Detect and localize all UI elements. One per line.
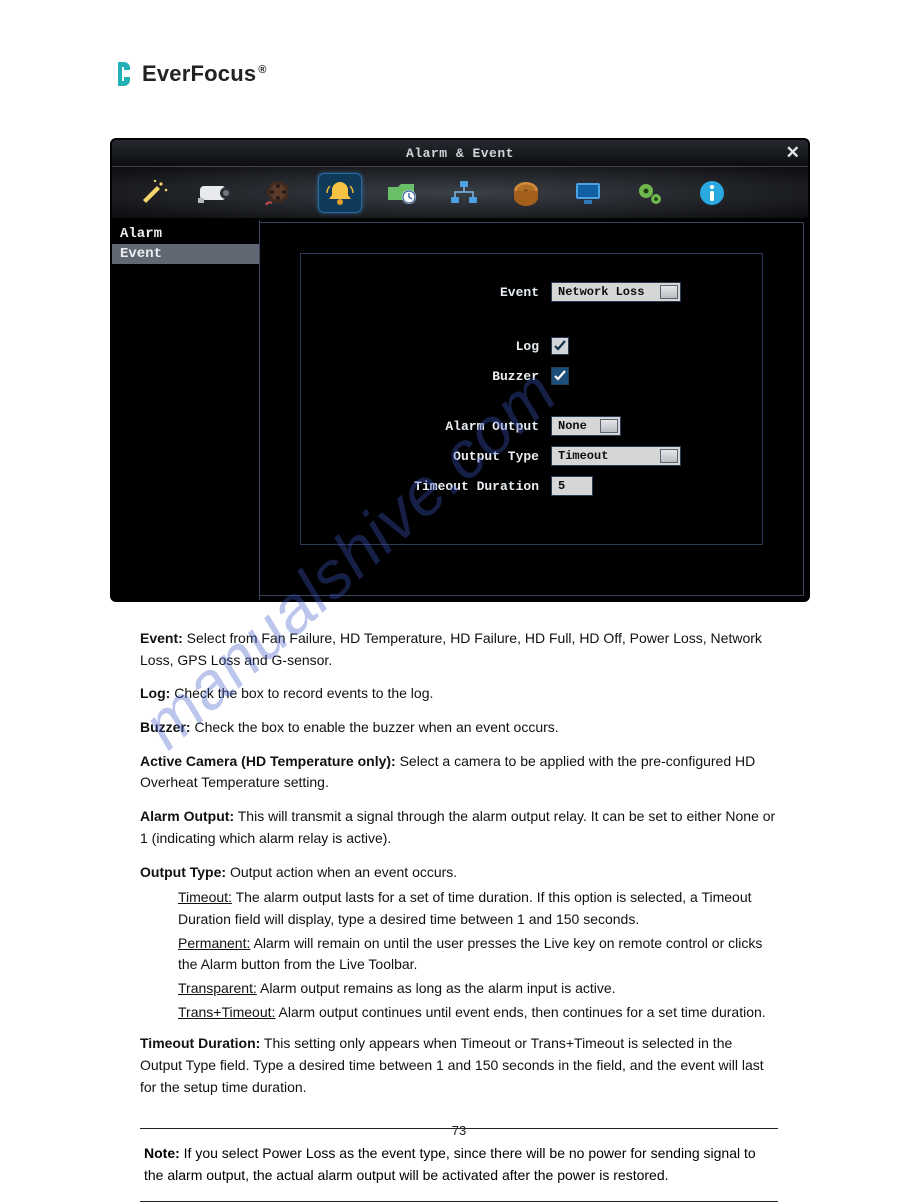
note-box: Note: If you select Power Loss as the ev… xyxy=(140,1128,778,1201)
window-titlebar: Alarm & Event ✕ xyxy=(112,140,808,166)
sub-text: Alarm will remain on until the user pres… xyxy=(178,935,762,973)
brand-text: EverFocus® xyxy=(142,61,267,87)
sub-lead: Transparent: xyxy=(178,980,257,996)
page-number: 73 xyxy=(0,1123,918,1138)
chevron-down-icon xyxy=(665,289,673,294)
para-text: Select from Fan Failure, HD Temperature,… xyxy=(140,630,762,668)
note-label: Note: xyxy=(144,1145,180,1161)
para-text: Check the box to enable the buzzer when … xyxy=(191,719,559,735)
side-menu: Alarm Event xyxy=(112,220,260,600)
sidebar-item-event[interactable]: Event xyxy=(112,244,259,264)
para-label: Active Camera (HD Temperature only): xyxy=(140,753,396,769)
wand-nav-icon[interactable] xyxy=(132,173,176,213)
close-icon: ✕ xyxy=(786,143,801,164)
document-body: Event: Select from Fan Failure, HD Tempe… xyxy=(110,628,808,1098)
event-select-value: Network Loss xyxy=(558,285,644,299)
brand-ever: Ever xyxy=(142,61,191,86)
content-area: Event Network Loss Log xyxy=(260,222,804,596)
sidebar-item-alarm[interactable]: Alarm xyxy=(112,224,259,244)
label-output-type: Output Type xyxy=(331,449,551,464)
para-label: Log: xyxy=(140,685,170,701)
display-nav-icon[interactable] xyxy=(566,173,610,213)
schedule-nav-icon[interactable] xyxy=(380,173,424,213)
registered-mark: ® xyxy=(258,64,266,76)
para-label: Buzzer: xyxy=(140,719,191,735)
para-label: Event: xyxy=(140,630,183,646)
brand-mark-icon xyxy=(114,60,136,88)
para-label: Timeout Duration: xyxy=(140,1035,260,1051)
sub-lead: Permanent: xyxy=(178,935,250,951)
brand-logo: EverFocus® xyxy=(114,60,808,88)
info-nav-icon[interactable] xyxy=(690,173,734,213)
brand-focus: Focus xyxy=(191,61,257,86)
para-text: Output action when an event occurs. xyxy=(226,864,457,880)
label-event: Event xyxy=(331,285,551,300)
system-nav-icon[interactable] xyxy=(628,173,672,213)
buzzer-checkbox[interactable] xyxy=(551,367,569,385)
label-timeout-duration: Timeout Duration xyxy=(331,479,551,494)
chevron-down-icon xyxy=(605,423,613,428)
settings-window: Alarm & Event ✕ xyxy=(110,138,810,602)
camera-nav-icon[interactable] xyxy=(194,173,238,213)
output-type-value: Timeout xyxy=(558,449,608,463)
sub-text: Alarm output remains as long as the alar… xyxy=(257,980,616,996)
log-checkbox[interactable] xyxy=(551,337,569,355)
para-text: Check the box to record events to the lo… xyxy=(170,685,433,701)
close-button[interactable]: ✕ xyxy=(784,144,802,162)
alarm-output-value: None xyxy=(558,419,587,433)
timeout-duration-input[interactable]: 5 xyxy=(551,476,593,496)
para-text: This will transmit a signal through the … xyxy=(140,808,775,846)
para-label: Output Type: xyxy=(140,864,226,880)
top-toolbar xyxy=(112,166,808,220)
label-log: Log xyxy=(331,339,551,354)
label-alarm-output: Alarm Output xyxy=(331,419,551,434)
sub-text: Alarm output continues until event ends,… xyxy=(275,1004,765,1020)
timeout-duration-value: 5 xyxy=(558,479,565,493)
alarm-nav-icon[interactable] xyxy=(318,173,362,213)
storage-nav-icon[interactable] xyxy=(504,173,548,213)
sub-text: The alarm output lasts for a set of time… xyxy=(178,889,752,927)
sub-lead: Trans+Timeout: xyxy=(178,1004,275,1020)
para-label: Alarm Output: xyxy=(140,808,234,824)
reel-nav-icon[interactable] xyxy=(256,173,300,213)
alarm-output-select[interactable]: None xyxy=(551,416,621,436)
label-buzzer: Buzzer xyxy=(331,369,551,384)
window-title: Alarm & Event xyxy=(406,146,514,161)
sub-lead: Timeout: xyxy=(178,889,232,905)
chevron-down-icon xyxy=(665,453,673,458)
note-text: If you select Power Loss as the event ty… xyxy=(144,1145,756,1183)
output-type-select[interactable]: Timeout xyxy=(551,446,681,466)
event-select[interactable]: Network Loss xyxy=(551,282,681,302)
network-nav-icon[interactable] xyxy=(442,173,486,213)
